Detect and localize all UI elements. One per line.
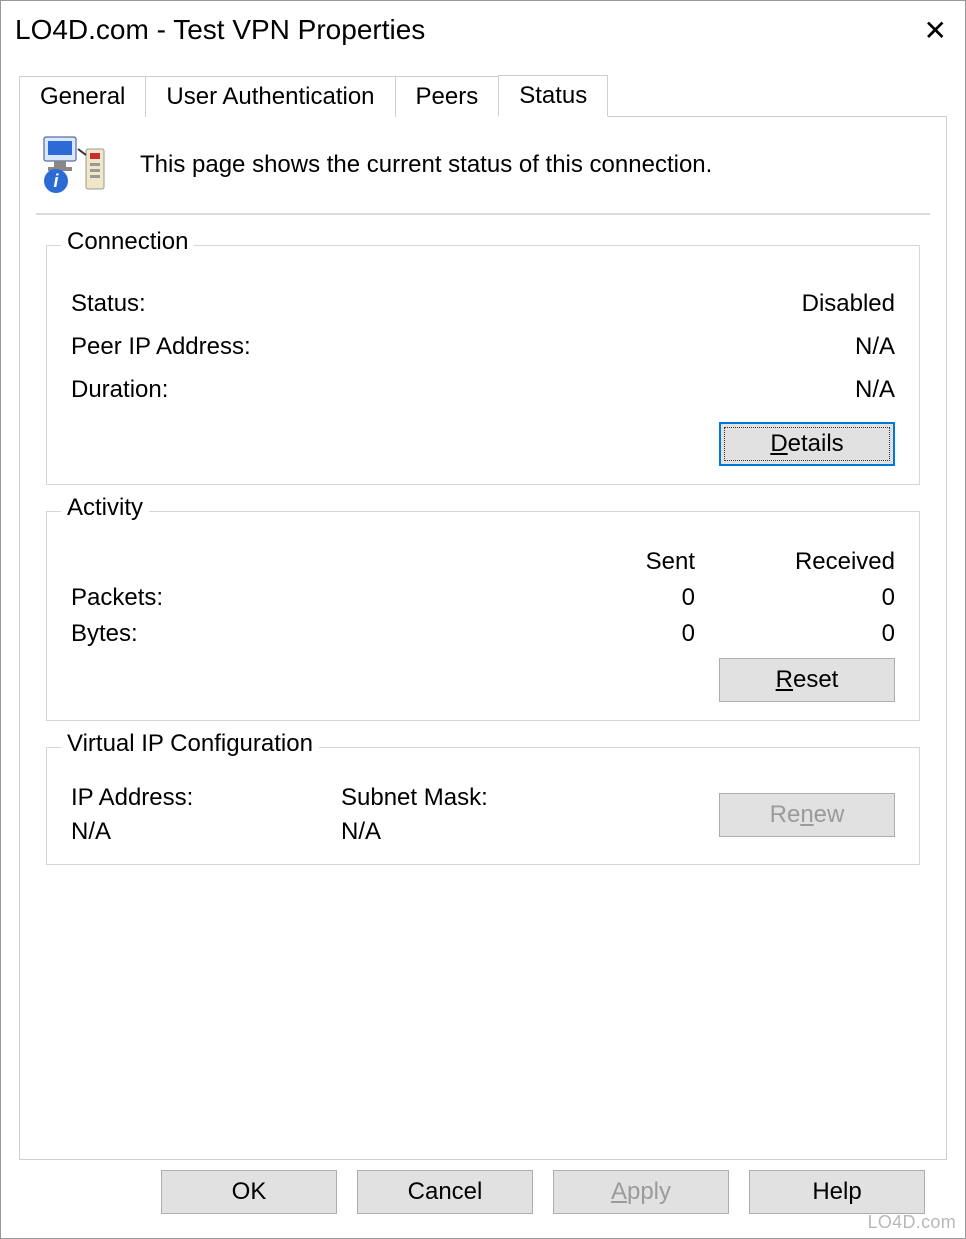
details-button[interactable]: Details xyxy=(719,422,895,466)
status-description: This page shows the current status of th… xyxy=(140,151,712,179)
packets-label: Packets: xyxy=(71,584,535,612)
titlebar: LO4D.com - Test VPN Properties ✕ xyxy=(1,1,965,59)
tab-strip: General User Authentication Peers Status xyxy=(19,75,947,117)
window-title: LO4D.com - Test VPN Properties xyxy=(15,14,425,46)
status-value: Disabled xyxy=(802,282,895,325)
dialog-window: LO4D.com - Test VPN Properties ✕ General… xyxy=(0,0,966,1239)
tab-peers[interactable]: Peers xyxy=(395,76,500,117)
group-ipcfg-legend: Virtual IP Configuration xyxy=(61,730,319,758)
help-button[interactable]: Help xyxy=(749,1170,925,1214)
renew-prefix: Re xyxy=(770,801,801,829)
group-connection-legend: Connection xyxy=(61,228,194,256)
close-icon[interactable]: ✕ xyxy=(924,14,947,47)
group-ipcfg: Virtual IP Configuration IP Address: N/A… xyxy=(46,747,920,865)
activity-sent-header: Sent xyxy=(535,548,695,576)
peer-ip-value: N/A xyxy=(855,325,895,368)
tab-general[interactable]: General xyxy=(19,76,146,117)
peer-ip-label: Peer IP Address: xyxy=(71,325,251,368)
ok-button[interactable]: OK xyxy=(161,1170,337,1214)
subnet-mask-value: N/A xyxy=(341,818,571,846)
status-label: Status: xyxy=(71,282,146,325)
ip-address-label: IP Address: xyxy=(71,784,301,812)
activity-received-header: Received xyxy=(695,548,895,576)
apply-button-suffix: pply xyxy=(627,1178,671,1206)
reset-button-suffix: eset xyxy=(793,666,838,694)
client-area: General User Authentication Peers Status… xyxy=(1,59,965,1238)
duration-label: Duration: xyxy=(71,368,168,411)
bytes-label: Bytes: xyxy=(71,620,535,648)
renew-suffix: ew xyxy=(814,801,845,829)
details-button-suffix: etails xyxy=(788,430,844,458)
ip-address-value: N/A xyxy=(71,818,301,846)
bytes-sent: 0 xyxy=(535,620,695,648)
bytes-received: 0 xyxy=(695,620,895,648)
tab-panel-status: i This page shows the current status of … xyxy=(19,116,947,1160)
duration-value: N/A xyxy=(855,368,895,411)
group-connection: Connection Status: Disabled Peer IP Addr… xyxy=(46,245,920,485)
status-header: i This page shows the current status of … xyxy=(36,133,930,213)
tab-user-authentication[interactable]: User Authentication xyxy=(145,76,395,117)
activity-blank-header xyxy=(71,548,535,576)
apply-button[interactable]: Apply xyxy=(553,1170,729,1214)
packets-received: 0 xyxy=(695,584,895,612)
cancel-button[interactable]: Cancel xyxy=(357,1170,533,1214)
divider xyxy=(36,213,930,215)
subnet-mask-label: Subnet Mask: xyxy=(341,784,571,812)
renew-button[interactable]: Renew xyxy=(719,793,895,837)
watermark: LO4D.com xyxy=(868,1212,956,1233)
tab-status[interactable]: Status xyxy=(498,75,608,117)
group-activity-legend: Activity xyxy=(61,494,149,522)
dialog-button-bar: OK Cancel Apply Help xyxy=(19,1160,947,1228)
network-status-icon: i xyxy=(42,135,112,195)
group-activity: Activity Sent Received Packets: 0 0 Byte… xyxy=(46,511,920,721)
packets-sent: 0 xyxy=(535,584,695,612)
reset-button[interactable]: Reset xyxy=(719,658,895,702)
